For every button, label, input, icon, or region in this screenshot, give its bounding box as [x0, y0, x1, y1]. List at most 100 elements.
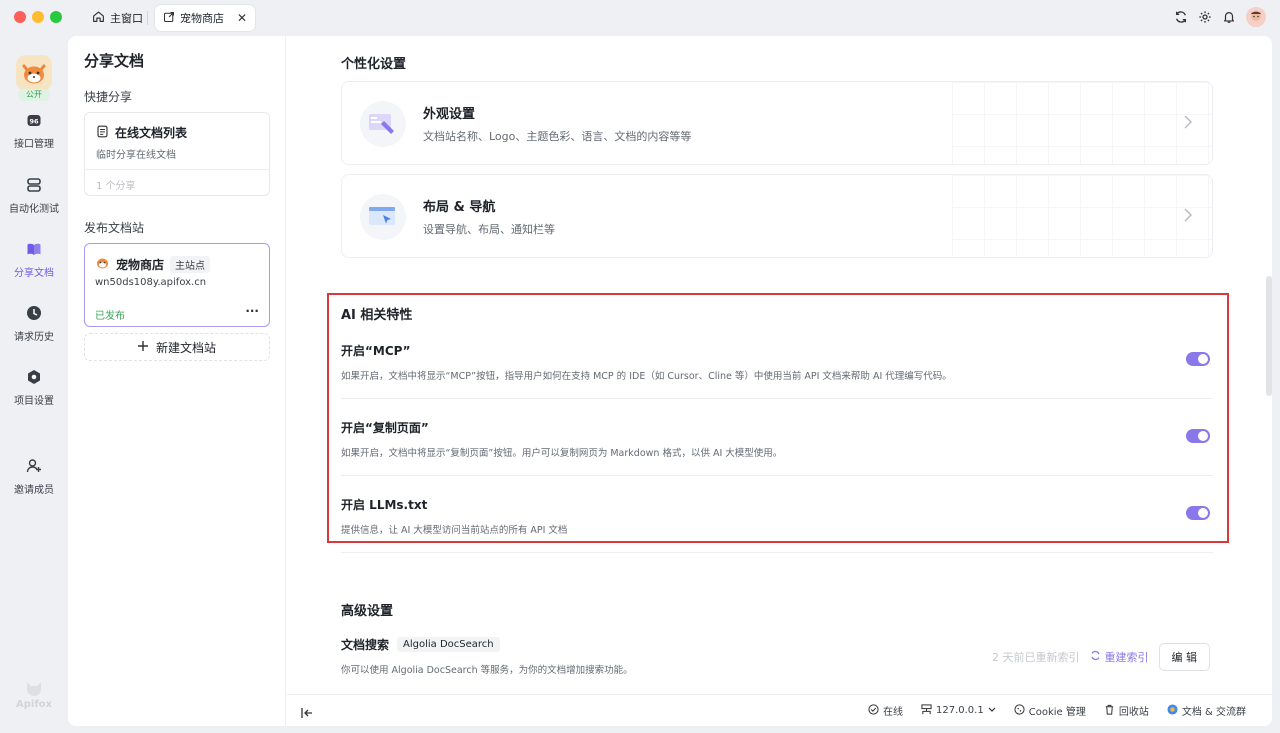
online-docs-desc: 临时分享在线文档 [96, 150, 176, 161]
trash-icon [1104, 704, 1115, 718]
community-label: 文档 & 交流群 [1181, 707, 1246, 718]
recycle-bin[interactable]: 回收站 [1104, 703, 1149, 718]
feature-copy-page: 开启“复制页面” 如果开启，文档中将显示“复制页面”按钮。用户可以复制网页为 M… [341, 419, 1213, 459]
algolia-tag: Algolia DocSearch [397, 637, 500, 652]
page-title: 分享文档 [84, 52, 145, 70]
feature-mcp: 开启“MCP” 如果开启，文档中将显示“MCP”按钮，指导用户如何在支持 MCP… [341, 342, 1213, 382]
project-logo[interactable] [16, 55, 52, 91]
rail-item-automation[interactable]: 自动化测试 [0, 177, 68, 215]
host-label: 127.0.0.1 [936, 705, 984, 716]
home-icon [92, 10, 105, 26]
document-icon [96, 125, 109, 141]
layout-desc: 设置导航、布局、通知栏等 [423, 223, 555, 236]
rail-item-label: 自动化测试 [9, 204, 59, 215]
feature-title: 开启“MCP” [341, 344, 411, 358]
new-site-label: 新建文档站 [155, 340, 216, 355]
feature-desc: 提供信息，让 AI 大模型访问当前站点的所有 API 文档 [341, 525, 568, 536]
copy-page-toggle[interactable] [1186, 429, 1210, 443]
host-selector[interactable]: 127.0.0.1 [921, 703, 996, 718]
main-site-tag: 主站点 [170, 255, 211, 273]
rail-item-label: 接口管理 [14, 139, 54, 150]
scrollbar[interactable] [1266, 276, 1272, 396]
edit-button[interactable]: 编 辑 [1158, 643, 1210, 671]
doc-search-row: 文档搜索 Algolia DocSearch 你可以使用 Algolia Doc… [341, 636, 1213, 676]
check-circle-icon [868, 703, 879, 718]
feature-desc: 如果开启，文档中将显示“复制页面”按钮。用户可以复制网页为 Markdown 格… [341, 448, 783, 459]
tab-divider [147, 11, 148, 25]
fox-logo-icon [95, 255, 110, 273]
clock-icon [26, 305, 42, 324]
card-divider [85, 169, 269, 170]
advanced-settings-title: 高级设置 [341, 604, 394, 619]
appearance-title: 外观设置 [423, 107, 476, 122]
user-avatar[interactable] [1246, 7, 1266, 27]
feature-divider [341, 475, 1213, 476]
publish-status: 已发布 [95, 311, 125, 322]
layout-title: 布局 & 导航 [423, 200, 496, 215]
api-icon: 96 [26, 112, 42, 131]
rail-item-label: 请求历史 [14, 332, 54, 343]
personal-settings-title: 个性化设置 [341, 57, 407, 72]
tab-home[interactable]: 主窗口 [84, 5, 151, 31]
automation-icon [26, 177, 42, 196]
quick-share-label: 快捷分享 [84, 90, 133, 104]
left-rail: 公开 96 接口管理 自动化测试 分享文档 请求历史 项目设置 邀请成员 Api… [0, 36, 68, 733]
more-options-button[interactable]: ··· [245, 304, 259, 318]
layout-icon [360, 194, 406, 240]
gear-icon[interactable] [1198, 10, 1212, 24]
cookie-manager[interactable]: Cookie 管理 [1014, 703, 1086, 718]
doc-site-card[interactable]: 宠物商店 主站点 wn50ds108y.apifox.cn 已发布 ··· [84, 243, 270, 327]
site-url: wn50ds108y.apifox.cn [95, 277, 207, 288]
book-icon [26, 241, 42, 260]
add-user-icon [26, 458, 42, 477]
rail-item-invite[interactable]: 邀请成员 [0, 458, 68, 496]
rail-item-project-settings[interactable]: 项目设置 [0, 369, 68, 407]
public-badge: 公开 [18, 89, 50, 101]
top-right-actions [1174, 7, 1266, 27]
feature-llms-txt: 开启 LLMs.txt 提供信息，让 AI 大模型访问当前站点的所有 API 文… [341, 496, 1213, 536]
section-divider [341, 552, 1213, 553]
rail-item-label: 邀请成员 [14, 485, 54, 496]
rail-item-share-docs[interactable]: 分享文档 [0, 241, 68, 279]
tab-close-icon[interactable]: ✕ [237, 11, 247, 25]
publish-site-label: 发布文档站 [84, 221, 145, 235]
reindex-label: 重建索引 [1104, 651, 1149, 664]
recycle-label: 回收站 [1118, 707, 1149, 718]
online-docs-card[interactable]: 在线文档列表 临时分享在线文档 1 个分享 [84, 112, 270, 196]
window-minimize-button[interactable] [32, 11, 44, 23]
new-site-button[interactable]: 新建文档站 [84, 333, 270, 361]
feature-desc: 如果开启，文档中将显示“MCP”按钮，指导用户如何在支持 MCP 的 IDE（如… [341, 371, 952, 382]
plus-icon [137, 340, 148, 354]
tab-pet-shop[interactable]: 宠物商店 ✕ [155, 5, 256, 31]
chevron-right-icon [1184, 207, 1192, 226]
docs-community[interactable]: 文档 & 交流群 [1167, 703, 1246, 718]
cookie-label: Cookie 管理 [1028, 707, 1086, 718]
appearance-settings-card[interactable]: 外观设置 文档站名称、Logo、主题色彩、语言、文档的内容等等 [341, 81, 1213, 165]
tab-home-label: 主窗口 [110, 12, 143, 25]
rail-item-history[interactable]: 请求历史 [0, 305, 68, 343]
reindex-button[interactable]: 重建索引 [1090, 649, 1149, 665]
feature-divider [341, 398, 1213, 399]
window-maximize-button[interactable] [50, 11, 62, 23]
tab-pet-shop-label: 宠物商店 [180, 12, 224, 25]
refresh-icon[interactable] [1174, 10, 1188, 24]
rail-item-label: 分享文档 [14, 268, 54, 279]
appearance-icon [360, 101, 406, 147]
card-grid-decoration [952, 175, 1212, 257]
online-status[interactable]: 在线 [868, 703, 903, 718]
settings-icon [26, 369, 42, 388]
svg-text:96: 96 [29, 118, 39, 126]
rail-item-api[interactable]: 96 接口管理 [0, 112, 68, 150]
window-close-button[interactable] [14, 11, 26, 23]
share-doc-icon [163, 11, 175, 26]
mcp-toggle[interactable] [1186, 352, 1210, 366]
layout-nav-card[interactable]: 布局 & 导航 设置导航、布局、通知栏等 [341, 174, 1213, 258]
llms-txt-toggle[interactable] [1186, 506, 1210, 520]
refresh-icon [1090, 650, 1101, 664]
bell-icon[interactable] [1222, 10, 1236, 24]
title-bar: 主窗口 宠物商店 ✕ [0, 0, 1280, 36]
doc-search-title: 文档搜索 [341, 638, 390, 652]
share-count: 1 个分享 [96, 181, 136, 192]
appearance-desc: 文档站名称、Logo、主题色彩、语言、文档的内容等等 [423, 130, 692, 143]
collapse-sidebar-icon[interactable] [301, 704, 313, 723]
